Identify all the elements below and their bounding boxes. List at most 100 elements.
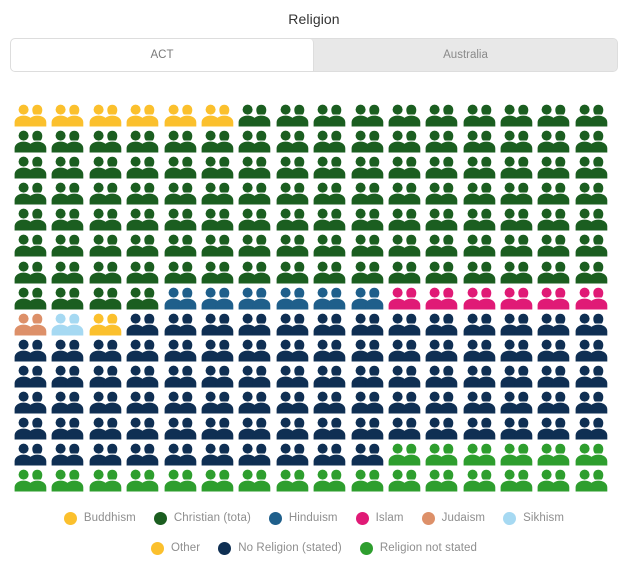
person-pair-icon bbox=[201, 365, 238, 391]
person-pair-icon bbox=[425, 469, 462, 495]
person-pair-icon bbox=[388, 182, 425, 208]
person-pair-icon bbox=[388, 208, 425, 234]
person-pair-icon bbox=[388, 261, 425, 287]
person-pair-icon bbox=[126, 469, 163, 495]
person-pair-icon bbox=[164, 234, 201, 260]
person-pair-icon bbox=[537, 443, 574, 469]
person-pair-icon bbox=[388, 287, 425, 313]
person-pair-icon bbox=[463, 182, 500, 208]
person-pair-icon bbox=[537, 182, 574, 208]
person-pair-icon bbox=[51, 391, 88, 417]
person-pair-icon bbox=[89, 156, 126, 182]
person-pair-icon bbox=[388, 313, 425, 339]
region-tabs: ACT Australia bbox=[10, 38, 618, 72]
legend-item-sikhism[interactable]: Sikhism bbox=[503, 511, 564, 525]
person-pair-icon bbox=[51, 365, 88, 391]
person-pair-icon bbox=[463, 469, 500, 495]
person-pair-icon bbox=[500, 339, 537, 365]
person-pair-icon bbox=[51, 156, 88, 182]
person-pair-icon bbox=[388, 391, 425, 417]
legend-item-judaism[interactable]: Judaism bbox=[421, 511, 486, 525]
person-pair-icon bbox=[126, 261, 163, 287]
person-pair-icon bbox=[14, 234, 51, 260]
person-pair-icon bbox=[14, 156, 51, 182]
person-pair-icon bbox=[500, 391, 537, 417]
person-pair-icon bbox=[126, 417, 163, 443]
person-pair-icon bbox=[575, 261, 612, 287]
person-pair-icon bbox=[238, 130, 275, 156]
person-pair-icon bbox=[89, 261, 126, 287]
person-pair-icon bbox=[201, 469, 238, 495]
legend-swatch-icon bbox=[359, 541, 373, 555]
person-pair-icon bbox=[164, 182, 201, 208]
person-pair-icon bbox=[575, 104, 612, 130]
person-pair-icon bbox=[425, 182, 462, 208]
person-pair-icon bbox=[313, 469, 350, 495]
person-pair-icon bbox=[351, 339, 388, 365]
person-pair-icon bbox=[500, 313, 537, 339]
legend-item-hinduism[interactable]: Hinduism bbox=[268, 511, 338, 525]
legend-item-religion-not-stated[interactable]: Religion not stated bbox=[359, 541, 477, 555]
person-pair-icon bbox=[238, 287, 275, 313]
person-pair-icon bbox=[351, 261, 388, 287]
person-pair-icon bbox=[351, 156, 388, 182]
person-pair-icon bbox=[238, 365, 275, 391]
legend-item-islam[interactable]: Islam bbox=[355, 511, 404, 525]
person-pair-icon bbox=[575, 443, 612, 469]
legend-swatch-icon bbox=[421, 511, 435, 525]
legend-label: No Religion (stated) bbox=[238, 542, 342, 554]
person-pair-icon bbox=[463, 234, 500, 260]
person-pair-icon bbox=[126, 234, 163, 260]
person-pair-icon bbox=[14, 104, 51, 130]
person-pair-icon bbox=[537, 469, 574, 495]
person-pair-icon bbox=[500, 365, 537, 391]
tab-australia[interactable]: Australia bbox=[314, 39, 617, 71]
person-pair-icon bbox=[201, 261, 238, 287]
person-pair-icon bbox=[425, 365, 462, 391]
legend-item-buddhism[interactable]: Buddhism bbox=[63, 511, 136, 525]
person-pair-icon bbox=[238, 469, 275, 495]
person-pair-icon bbox=[276, 287, 313, 313]
person-pair-icon bbox=[164, 261, 201, 287]
person-pair-icon bbox=[164, 339, 201, 365]
person-pair-icon bbox=[238, 313, 275, 339]
person-pair-icon bbox=[425, 234, 462, 260]
person-pair-icon bbox=[164, 365, 201, 391]
page-title: Religion bbox=[288, 11, 340, 27]
person-pair-icon bbox=[313, 417, 350, 443]
person-pair-icon bbox=[14, 443, 51, 469]
tab-act[interactable]: ACT bbox=[11, 39, 314, 71]
person-pair-icon bbox=[14, 339, 51, 365]
person-pair-icon bbox=[425, 313, 462, 339]
person-pair-icon bbox=[14, 287, 51, 313]
person-pair-icon bbox=[14, 365, 51, 391]
legend-item-other[interactable]: Other bbox=[150, 541, 200, 555]
person-pair-icon bbox=[575, 182, 612, 208]
legend-label: Judaism bbox=[441, 512, 486, 524]
person-pair-icon bbox=[126, 208, 163, 234]
person-pair-icon bbox=[126, 182, 163, 208]
legend-swatch-icon bbox=[268, 511, 282, 525]
person-pair-icon bbox=[500, 234, 537, 260]
person-pair-icon bbox=[313, 104, 350, 130]
person-pair-icon bbox=[276, 104, 313, 130]
person-pair-icon bbox=[388, 443, 425, 469]
person-pair-icon bbox=[425, 443, 462, 469]
person-pair-icon bbox=[313, 130, 350, 156]
person-pair-icon bbox=[238, 104, 275, 130]
person-pair-icon bbox=[537, 261, 574, 287]
person-pair-icon bbox=[89, 339, 126, 365]
person-pair-icon bbox=[575, 156, 612, 182]
person-pair-icon bbox=[313, 261, 350, 287]
person-pair-icon bbox=[89, 469, 126, 495]
person-pair-icon bbox=[164, 417, 201, 443]
person-pair-icon bbox=[51, 339, 88, 365]
person-pair-icon bbox=[388, 130, 425, 156]
legend-item-no-religion-stated[interactable]: No Religion (stated) bbox=[218, 541, 342, 555]
person-pair-icon bbox=[51, 182, 88, 208]
person-pair-icon bbox=[14, 261, 51, 287]
person-pair-icon bbox=[126, 130, 163, 156]
legend-item-christian-tota[interactable]: Christian (tota) bbox=[153, 511, 251, 525]
person-pair-icon bbox=[537, 208, 574, 234]
person-pair-icon bbox=[201, 130, 238, 156]
